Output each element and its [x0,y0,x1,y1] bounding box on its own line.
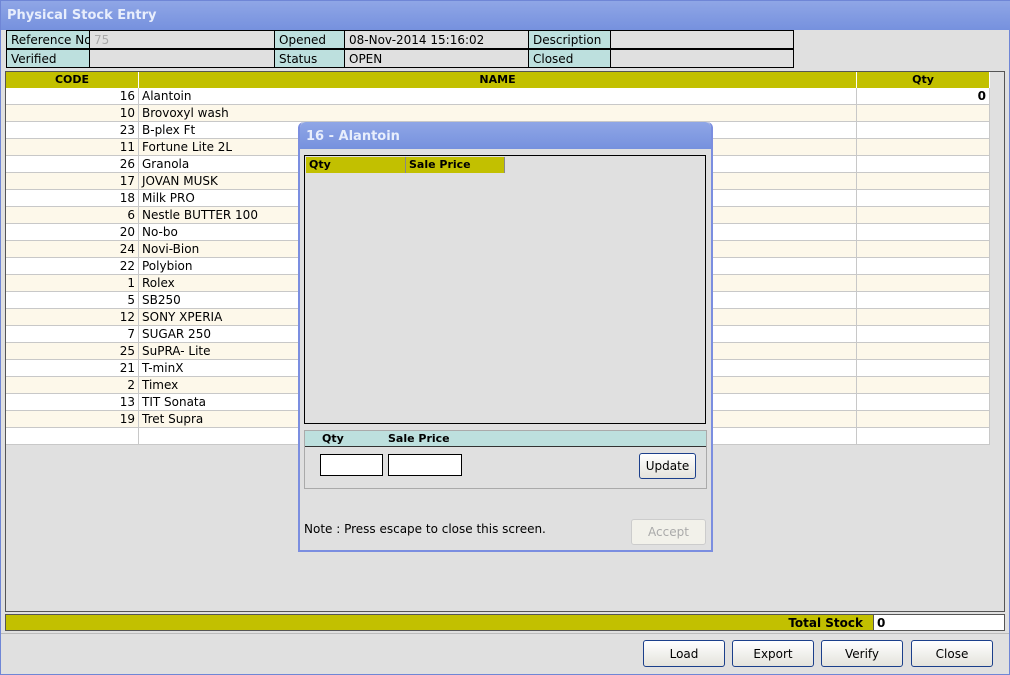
table-row[interactable]: 10 Brovoxyl wash [6,105,990,122]
qty-input[interactable] [320,454,383,476]
qty-cell[interactable] [857,105,990,122]
list-header-qty: Qty [306,157,406,173]
code-cell[interactable]: 6 [6,207,139,224]
description-value[interactable] [610,30,794,49]
code-cell[interactable]: 24 [6,241,139,258]
window-title: Physical Stock Entry [1,1,1010,30]
column-header-name[interactable]: NAME [139,72,857,88]
qty-cell[interactable] [857,377,990,394]
export-button[interactable]: Export [732,640,814,667]
load-button[interactable]: Load [643,640,725,667]
code-cell[interactable]: 20 [6,224,139,241]
code-cell[interactable]: 5 [6,292,139,309]
entry-panel: Qty Sale Price Update [304,430,707,489]
code-cell[interactable]: 19 [6,411,139,428]
qty-cell[interactable] [857,156,990,173]
entry-header-sale-price: Sale Price [388,432,450,445]
name-cell[interactable]: Brovoxyl wash [139,105,857,122]
column-header-code[interactable]: CODE [6,72,139,88]
code-cell[interactable]: 2 [6,377,139,394]
code-cell[interactable]: 18 [6,190,139,207]
qty-cell[interactable] [857,428,990,445]
qty-cell[interactable] [857,224,990,241]
code-cell[interactable]: 12 [6,309,139,326]
qty-cell[interactable] [857,122,990,139]
opened-value: 08-Nov-2014 15:16:02 [344,30,529,49]
description-label: Description [528,30,611,49]
close-button[interactable]: Close [911,640,993,667]
qty-cell[interactable] [857,190,990,207]
qty-cell[interactable] [857,139,990,156]
dialog-title: 16 - Alantoin [300,122,711,149]
update-button[interactable]: Update [639,453,696,479]
item-dialog: 16 - Alantoin Qty Sale Price Qty Sale Pr… [298,122,713,552]
qty-cell[interactable] [857,292,990,309]
divider [1,633,1009,634]
total-stock-label: Total Stock [5,614,874,631]
code-cell[interactable]: 16 [6,88,139,105]
code-cell[interactable] [6,428,139,445]
accept-button[interactable]: Accept [631,519,706,545]
column-header-qty[interactable]: Qty [857,72,990,88]
code-cell[interactable]: 25 [6,343,139,360]
status-label: Status [274,49,345,68]
price-list[interactable]: Qty Sale Price [304,155,706,424]
verified-value [89,49,275,68]
qty-cell[interactable] [857,343,990,360]
entry-header: Qty Sale Price [305,431,706,447]
escape-note: Note : Press escape to close this screen… [304,522,546,536]
table-row[interactable]: 16 Alantoin 0 [6,88,990,105]
reference-no-value[interactable]: 75 [89,30,275,49]
verified-label: Verified [6,49,90,68]
code-cell[interactable]: 26 [6,156,139,173]
qty-cell[interactable]: 0 [857,88,990,105]
qty-cell[interactable] [857,275,990,292]
qty-cell[interactable] [857,258,990,275]
qty-cell[interactable] [857,309,990,326]
code-cell[interactable]: 13 [6,394,139,411]
code-cell[interactable]: 7 [6,326,139,343]
opened-label: Opened [274,30,345,49]
code-cell[interactable]: 11 [6,139,139,156]
name-cell[interactable]: Alantoin [139,88,857,105]
reference-no-label: Reference No [6,30,90,49]
verify-button[interactable]: Verify [821,640,903,667]
qty-cell[interactable] [857,360,990,377]
qty-cell[interactable] [857,326,990,343]
closed-label: Closed [528,49,611,68]
list-header-sale-price: Sale Price [406,157,505,173]
code-cell[interactable]: 21 [6,360,139,377]
total-stock-value: 0 [873,614,1005,631]
qty-cell[interactable] [857,411,990,428]
sale-price-input[interactable] [388,454,462,476]
code-cell[interactable]: 17 [6,173,139,190]
qty-cell[interactable] [857,394,990,411]
code-cell[interactable]: 23 [6,122,139,139]
qty-cell[interactable] [857,241,990,258]
entry-header-qty: Qty [322,432,344,445]
status-value: OPEN [344,49,529,68]
code-cell[interactable]: 22 [6,258,139,275]
code-cell[interactable]: 1 [6,275,139,292]
closed-value [610,49,794,68]
qty-cell[interactable] [857,173,990,190]
qty-cell[interactable] [857,207,990,224]
code-cell[interactable]: 10 [6,105,139,122]
